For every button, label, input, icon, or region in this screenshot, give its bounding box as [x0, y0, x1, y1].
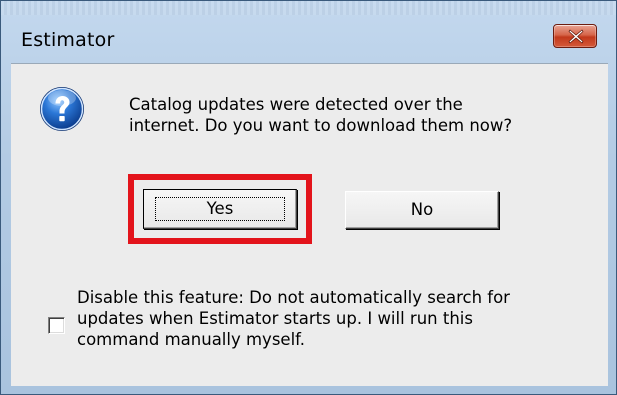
- checkbox-label-line: Disable this feature: Do not automatical…: [77, 288, 510, 307]
- checkbox-label-line: command manually myself.: [77, 330, 306, 349]
- title-bar[interactable]: Estimator: [1, 1, 616, 63]
- dialog-window: Estimator Catalog updates were detected …: [0, 0, 617, 395]
- dialog-body: Catalog updates were detected over the i…: [11, 63, 608, 386]
- close-icon: [568, 29, 584, 44]
- question-icon: [40, 87, 84, 131]
- disable-feature-label[interactable]: Disable this feature: Do not automatical…: [77, 287, 597, 350]
- no-button[interactable]: No: [345, 191, 499, 229]
- dialog-message: Catalog updates were detected over the i…: [129, 94, 599, 136]
- yes-button[interactable]: Yes: [143, 189, 297, 229]
- close-button[interactable]: [553, 24, 597, 48]
- message-line: Catalog updates were detected over the: [129, 95, 463, 114]
- checkbox-label-line: updates when Estimator starts up. I will…: [77, 309, 473, 328]
- disable-feature-checkbox[interactable]: [48, 317, 65, 334]
- message-line: internet. Do you want to download them n…: [129, 116, 513, 135]
- window-title: Estimator: [21, 29, 115, 51]
- yes-button-label: Yes: [206, 199, 234, 218]
